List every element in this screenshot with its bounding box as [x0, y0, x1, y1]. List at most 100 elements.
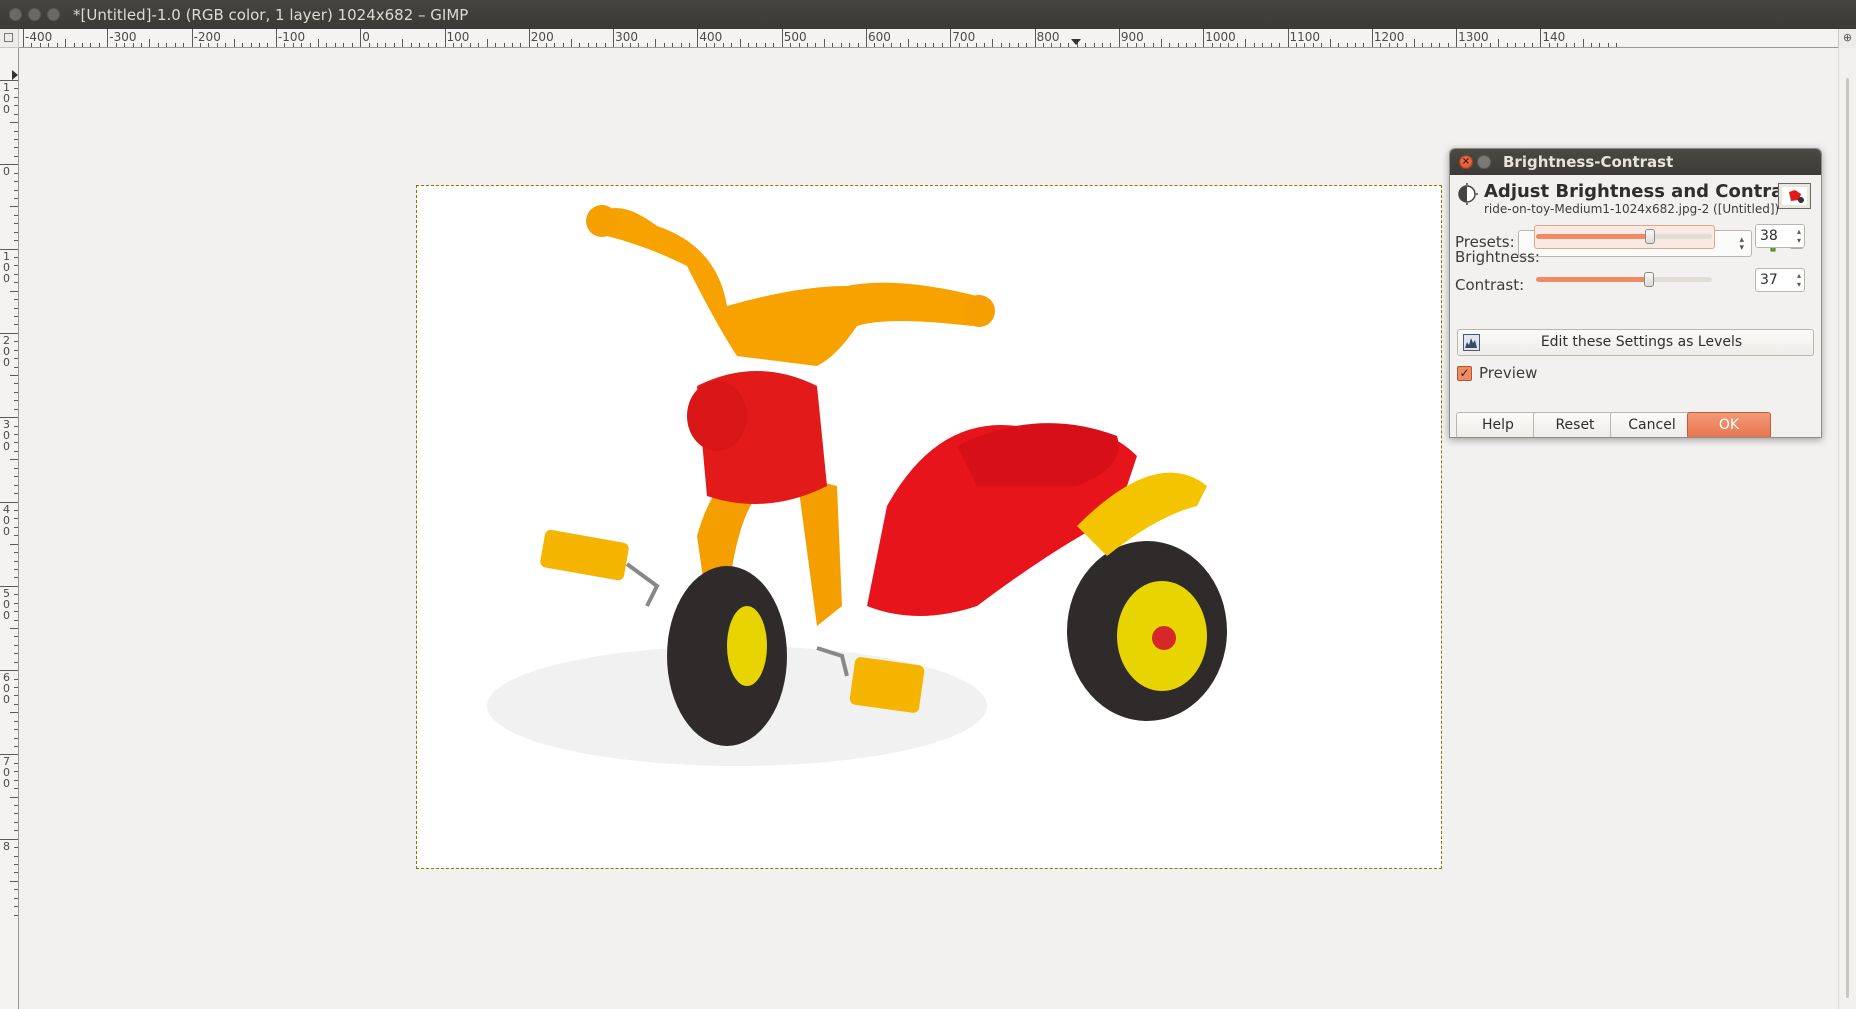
ruler-minor-tick — [14, 686, 18, 688]
brightness-value[interactable]: 38 — [1760, 228, 1778, 244]
zoom-icon[interactable]: ⊕ — [1838, 29, 1856, 48]
reset-button[interactable]: Reset — [1533, 412, 1617, 437]
ruler-label: -200 — [193, 30, 221, 44]
ruler-minor-tick — [242, 43, 244, 47]
ruler-minor-tick — [115, 43, 117, 47]
contrast-slider-track — [1536, 277, 1712, 282]
ruler-minor-tick — [621, 43, 623, 47]
ruler-minor-tick — [1607, 43, 1609, 47]
ruler-minor-tick — [1211, 43, 1213, 47]
ruler-minor-tick — [82, 43, 83, 47]
contrast-spinbutton[interactable]: 37 ▴ ▾ — [1755, 268, 1805, 292]
ruler-minor-tick — [14, 745, 18, 747]
maximize-window-icon[interactable] — [47, 8, 60, 21]
horizontal-ruler[interactable]: -400 -300 -200 -100 0 100 200 300 400 500 600 700 80… — [19, 29, 1838, 48]
ruler-minor-tick — [250, 43, 252, 47]
ruler-minor-tick — [520, 43, 522, 47]
dialog-title: Brightness-Contrast — [1503, 153, 1674, 171]
ruler-minor-tick — [908, 39, 910, 47]
minimize-window-icon[interactable] — [28, 8, 41, 21]
ruler-label: 140 — [1542, 30, 1566, 44]
ruler-minor-tick — [216, 43, 218, 47]
ruler-minor-tick — [10, 206, 18, 208]
ruler-minor-tick — [39, 43, 41, 47]
dialog-header-subtitle: ride-on-toy-Medium1-1024x682.jpg-2 ([Unt… — [1484, 202, 1780, 216]
ruler-minor-tick — [14, 661, 18, 663]
ruler-minor-tick — [1017, 43, 1019, 47]
brightness-slider-track — [1536, 234, 1712, 239]
ruler-minor-tick — [495, 43, 497, 47]
ruler-minor-tick — [157, 43, 159, 47]
ruler-minor-tick — [14, 678, 18, 680]
ruler-minor-tick — [874, 43, 876, 47]
ruler-label: 800 — [1036, 30, 1060, 44]
ruler-minor-tick — [14, 737, 18, 739]
ruler-minor-tick — [14, 788, 18, 790]
image-canvas[interactable] — [416, 185, 1442, 869]
ruler-minor-tick — [31, 43, 33, 47]
ruler-minor-tick — [1110, 43, 1112, 47]
ruler-minor-tick — [14, 240, 18, 242]
spin-down-icon[interactable]: ▾ — [1797, 237, 1801, 245]
ruler-minor-tick — [1439, 43, 1441, 47]
ruler-minor-tick — [1506, 43, 1508, 47]
cancel-button[interactable]: Cancel — [1610, 412, 1694, 437]
ruler-minor-tick — [436, 43, 438, 47]
ruler-minor-tick — [1489, 43, 1491, 47]
brightness-slider-handle[interactable] — [1645, 229, 1655, 244]
ruler-minor-tick — [1152, 43, 1154, 47]
ruler-minor-tick — [1295, 43, 1297, 47]
close-window-icon[interactable] — [9, 8, 22, 21]
preview-checkbox[interactable]: ✓ — [1457, 366, 1472, 381]
contrast-slider-handle[interactable] — [1644, 272, 1654, 287]
ruler-minor-tick — [672, 43, 674, 47]
ruler-minor-tick — [1599, 43, 1601, 47]
ruler-label: 400 — [3, 502, 10, 538]
ruler-minor-tick — [183, 43, 185, 47]
ruler-minor-tick — [925, 43, 926, 47]
ruler-minor-tick — [14, 619, 18, 621]
dialog-titlebar[interactable]: × Brightness-Contrast — [1450, 149, 1821, 175]
vertical-ruler[interactable]: 100 0 100 200 300 400 500 600 700 8 — [0, 48, 19, 1009]
contrast-value[interactable]: 37 — [1760, 272, 1778, 288]
ruler-minor-tick — [680, 43, 682, 47]
ruler-major-tick — [23, 29, 24, 47]
ruler-label: 100 — [3, 249, 10, 285]
ruler-minor-tick — [14, 872, 18, 874]
spin-up-icon[interactable]: ▴ — [1797, 272, 1801, 280]
ruler-minor-tick — [10, 375, 18, 377]
ruler-minor-tick — [14, 560, 18, 562]
ruler-corner-icon[interactable] — [0, 29, 19, 48]
ruler-major-tick — [866, 29, 867, 47]
contrast-slider[interactable] — [1536, 269, 1712, 291]
ruler-label: 8 — [3, 839, 10, 853]
ruler-minor-tick — [1144, 43, 1146, 47]
ruler-label: 600 — [3, 671, 10, 707]
brightness-slider[interactable] — [1536, 226, 1712, 248]
ruler-minor-tick — [14, 467, 18, 469]
spin-up-icon[interactable]: ▴ — [1797, 228, 1801, 236]
spin-down-icon[interactable]: ▾ — [1797, 281, 1801, 289]
ok-button[interactable]: OK — [1687, 412, 1771, 437]
ruler-major-tick — [275, 29, 277, 47]
edit-as-levels-button[interactable]: Edit these Settings as Levels — [1457, 329, 1814, 356]
dialog-close-icon[interactable]: × — [1459, 155, 1473, 169]
ruler-major-tick — [697, 29, 699, 47]
ruler-minor-tick — [503, 43, 505, 47]
ruler-label: 700 — [3, 755, 10, 791]
ruler-minor-tick — [1363, 43, 1365, 47]
ruler-minor-tick — [857, 43, 859, 47]
ruler-minor-tick — [638, 43, 640, 47]
ruler-minor-tick — [14, 830, 18, 832]
ruler-minor-tick — [655, 39, 657, 47]
ruler-minor-tick — [1464, 43, 1466, 47]
ruler-minor-tick — [722, 43, 724, 47]
brightness-spinbutton[interactable]: 38 ▴ ▾ — [1755, 224, 1805, 248]
ruler-minor-tick — [14, 813, 18, 815]
ruler-minor-tick — [790, 43, 792, 47]
dialog-minimize-icon[interactable] — [1477, 155, 1491, 169]
vertical-scrollbar[interactable] — [1838, 48, 1856, 1009]
ruler-minor-tick — [1009, 43, 1011, 47]
help-button[interactable]: Help — [1456, 412, 1540, 437]
preview-label[interactable]: Preview — [1479, 364, 1537, 382]
